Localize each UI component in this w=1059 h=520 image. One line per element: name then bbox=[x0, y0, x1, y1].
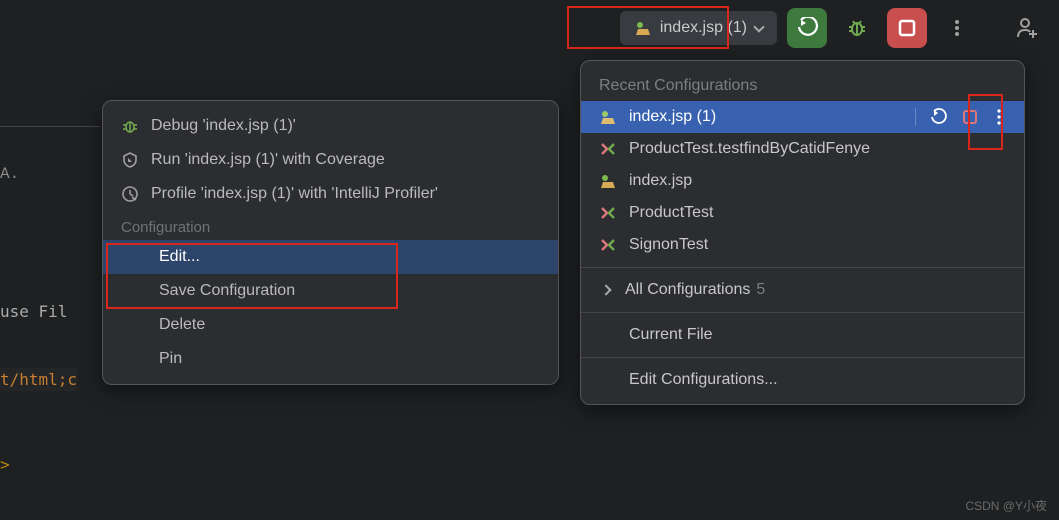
more-button[interactable] bbox=[937, 8, 977, 48]
run-config-label: index.jsp (1) bbox=[660, 19, 747, 37]
context-menu: Debug 'index.jsp (1)' Run 'index.jsp (1)… bbox=[102, 100, 559, 385]
watermark: CSDN @Y小夜 bbox=[965, 497, 1047, 514]
menu-item-label: Save Configuration bbox=[159, 282, 540, 300]
tomcat-icon bbox=[599, 108, 617, 126]
rerun-icon[interactable] bbox=[930, 108, 948, 126]
edit-configurations[interactable]: Edit Configurations... bbox=[581, 364, 1024, 396]
config-item[interactable]: SignonTest bbox=[581, 229, 1024, 261]
test-icon bbox=[599, 204, 617, 222]
editor-text: A. bbox=[0, 165, 19, 183]
tomcat-icon bbox=[599, 172, 617, 190]
all-configs-label: All Configurations5 bbox=[625, 281, 1006, 299]
config-item[interactable]: ProductTest.testfindByCatidFenye bbox=[581, 133, 1024, 165]
bug-icon bbox=[121, 117, 139, 135]
config-item-selected[interactable]: index.jsp (1) bbox=[581, 101, 1024, 133]
dropdown-header: Recent Configurations bbox=[581, 69, 1024, 101]
run-config-dropdown[interactable]: index.jsp (1) bbox=[620, 11, 777, 45]
edit-configs-label: Edit Configurations... bbox=[629, 371, 1006, 389]
menu-edit[interactable]: Edit... bbox=[103, 240, 558, 274]
config-item-label: ProductTest.testfindByCatidFenye bbox=[629, 140, 1006, 158]
test-icon bbox=[599, 236, 617, 254]
editor-text: > bbox=[0, 455, 10, 474]
debug-button[interactable] bbox=[837, 8, 877, 48]
config-item[interactable]: index.jsp bbox=[581, 165, 1024, 197]
menu-item-label: Delete bbox=[159, 316, 540, 334]
menu-item-label: Pin bbox=[159, 350, 540, 368]
menu-item-label: Run 'index.jsp (1)' with Coverage bbox=[151, 151, 540, 169]
tomcat-icon bbox=[634, 19, 652, 37]
stop-icon[interactable] bbox=[962, 109, 978, 125]
current-file-label: Current File bbox=[629, 326, 1006, 344]
config-item[interactable]: ProductTest bbox=[581, 197, 1024, 229]
menu-pin[interactable]: Pin bbox=[103, 342, 558, 376]
main-toolbar: index.jsp (1) bbox=[620, 8, 1047, 48]
menu-profile[interactable]: Profile 'index.jsp (1)' with 'IntelliJ P… bbox=[103, 177, 558, 211]
kebab-icon[interactable] bbox=[992, 108, 1006, 126]
clock-icon bbox=[121, 185, 139, 203]
run-config-popup: Recent Configurations index.jsp (1) Prod… bbox=[580, 60, 1025, 405]
shield-icon bbox=[121, 151, 139, 169]
config-item-label: index.jsp bbox=[629, 172, 1006, 190]
menu-item-label: Debug 'index.jsp (1)' bbox=[151, 117, 540, 135]
chevron-down-icon bbox=[753, 21, 764, 32]
test-icon bbox=[599, 140, 617, 158]
config-item-label: index.jsp (1) bbox=[629, 108, 895, 126]
add-user-button[interactable] bbox=[1007, 8, 1047, 48]
menu-item-label: Edit... bbox=[159, 248, 540, 266]
count-badge: 5 bbox=[756, 281, 765, 298]
editor-text: t/html;c bbox=[0, 368, 77, 391]
menu-section-label: Configuration bbox=[103, 211, 558, 240]
menu-item-label: Profile 'index.jsp (1)' with 'IntelliJ P… bbox=[151, 185, 540, 203]
editor-text: use Fil bbox=[0, 302, 67, 321]
chevron-right-icon bbox=[600, 284, 611, 295]
config-item-label: ProductTest bbox=[629, 204, 1006, 222]
menu-coverage[interactable]: Run 'index.jsp (1)' with Coverage bbox=[103, 143, 558, 177]
config-item-label: SignonTest bbox=[629, 236, 1006, 254]
current-file[interactable]: Current File bbox=[581, 319, 1024, 351]
config-item-actions bbox=[915, 108, 1006, 126]
run-button[interactable] bbox=[787, 8, 827, 48]
stop-button[interactable] bbox=[887, 8, 927, 48]
all-configurations[interactable]: All Configurations5 bbox=[581, 274, 1024, 306]
menu-save-config[interactable]: Save Configuration bbox=[103, 274, 558, 308]
menu-debug[interactable]: Debug 'index.jsp (1)' bbox=[103, 109, 558, 143]
menu-delete[interactable]: Delete bbox=[103, 308, 558, 342]
